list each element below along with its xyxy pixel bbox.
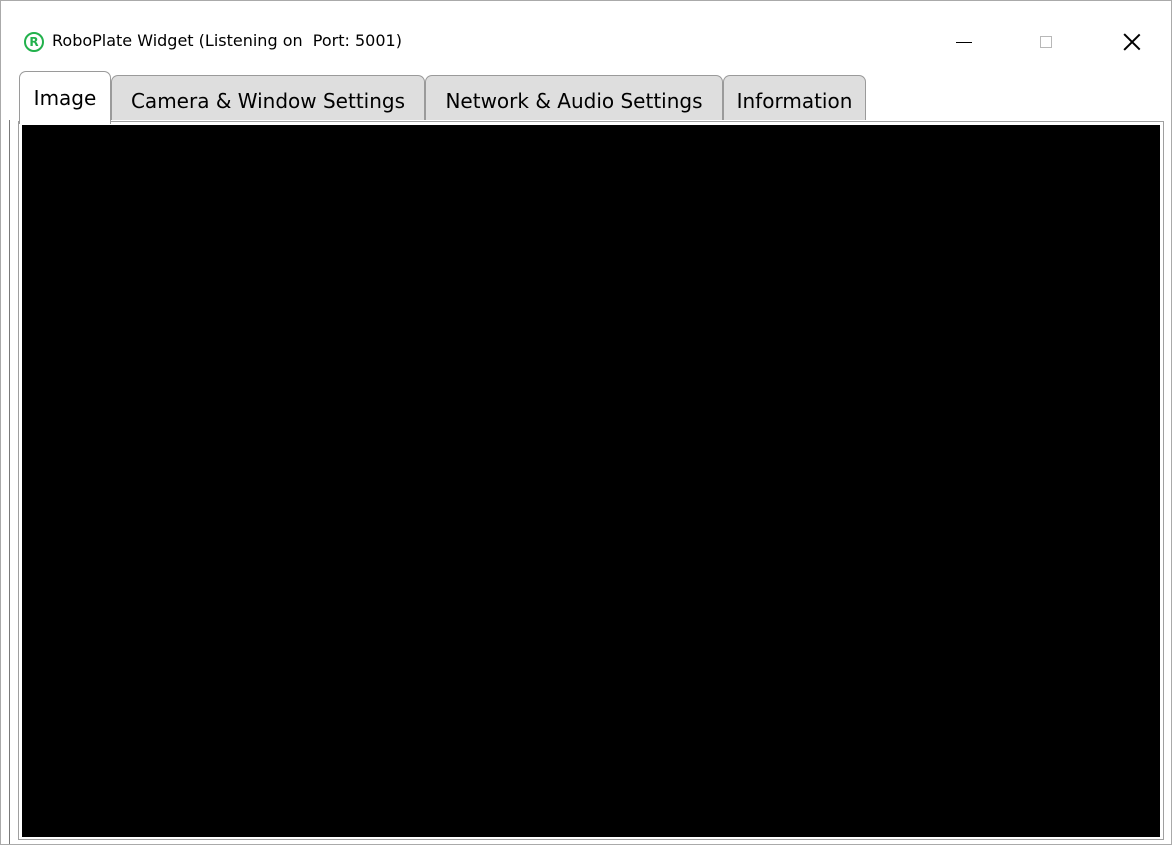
close-icon <box>1123 33 1141 51</box>
tab-label: Image <box>33 86 97 110</box>
app-logo-letter: R <box>29 35 39 49</box>
tab-network-audio-settings[interactable]: Network & Audio Settings <box>425 75 723 120</box>
tab-label: Information <box>736 89 853 113</box>
maximize-button[interactable] <box>1023 23 1069 61</box>
close-button[interactable] <box>1109 23 1155 61</box>
tab-information[interactable]: Information <box>723 75 866 120</box>
tab-camera-window-settings[interactable]: Camera & Window Settings <box>111 75 425 120</box>
title-bar[interactable]: R RoboPlate Widget (Listening on Port: 5… <box>1 1 1171 63</box>
minimize-icon <box>956 41 972 43</box>
tab-image[interactable]: Image <box>19 71 111 124</box>
tab-label: Network & Audio Settings <box>445 89 703 113</box>
app-logo-icon: R <box>24 32 44 52</box>
window-title: RoboPlate Widget (Listening on Port: 500… <box>52 31 402 50</box>
tab-label: Camera & Window Settings <box>130 89 406 113</box>
image-display-canvas <box>22 125 1160 837</box>
window-left-edge <box>9 120 10 844</box>
app-window: R RoboPlate Widget (Listening on Port: 5… <box>0 0 1172 845</box>
minimize-button[interactable] <box>941 23 987 61</box>
maximize-icon <box>1040 36 1052 48</box>
